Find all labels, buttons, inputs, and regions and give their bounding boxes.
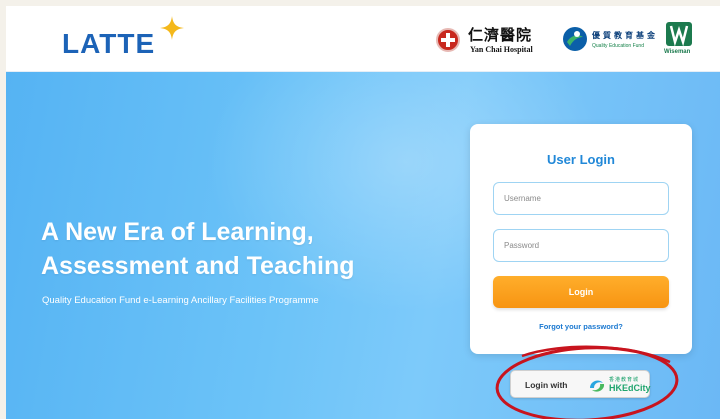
hero-subtitle: Quality Education Fund e-Learning Ancill… xyxy=(42,295,319,306)
wiseman-logo: Wiseman xyxy=(664,22,694,62)
headline-line-2: Assessment and Teaching xyxy=(41,252,355,280)
headline-line-1: A New Era of Learning, xyxy=(41,218,314,246)
sparkle-star-icon xyxy=(160,16,184,40)
forgot-password-link[interactable]: Forgot your password? xyxy=(470,322,692,331)
hkedcity-swirl-icon xyxy=(590,380,605,392)
latte-logo[interactable]: LATTE xyxy=(62,28,155,60)
hkedcity-english-name: HKEdCity xyxy=(609,383,651,393)
qef-english-name: Quality Education Fund xyxy=(592,43,644,49)
qef-emblem-icon xyxy=(563,27,587,51)
login-card: User Login Login Forgot your password? xyxy=(470,124,692,354)
hkedcity-chinese-name: 香港教育城 xyxy=(609,377,640,383)
yan-chai-hospital-logo: 仁濟醫院 Yan Chai Hospital xyxy=(436,24,554,58)
quality-education-fund-logo: 優質教育基金 Quality Education Fund xyxy=(562,26,658,56)
yan-chai-emblem-icon xyxy=(436,28,460,52)
login-with-label: Login with xyxy=(525,380,568,390)
page: LATTE 仁濟醫院 Yan Chai Hospital 優質教育基金 Qual… xyxy=(6,6,720,419)
qef-chinese-name: 優質教育基金 xyxy=(592,31,658,40)
hero-headline: A New Era of Learning, Assessment and Te… xyxy=(41,215,441,283)
password-input[interactable] xyxy=(493,229,669,262)
login-with-hkedcity-button[interactable]: Login with 香港教育城 HKEdCity xyxy=(510,370,651,398)
login-title: User Login xyxy=(547,152,615,167)
hkedcity-logo: 香港教育城 HKEdCity xyxy=(587,374,651,396)
wiseman-label: Wiseman xyxy=(664,49,691,55)
login-button[interactable]: Login xyxy=(493,276,669,308)
username-input[interactable] xyxy=(493,182,669,215)
site-header: LATTE 仁濟醫院 Yan Chai Hospital 優質教育基金 Qual… xyxy=(6,6,720,72)
yan-chai-chinese-name: 仁濟醫院 xyxy=(468,26,533,44)
wiseman-emblem-icon xyxy=(666,22,692,47)
hero-banner: A New Era of Learning, Assessment and Te… xyxy=(6,72,720,419)
yan-chai-english-name: Yan Chai Hospital xyxy=(470,45,533,54)
